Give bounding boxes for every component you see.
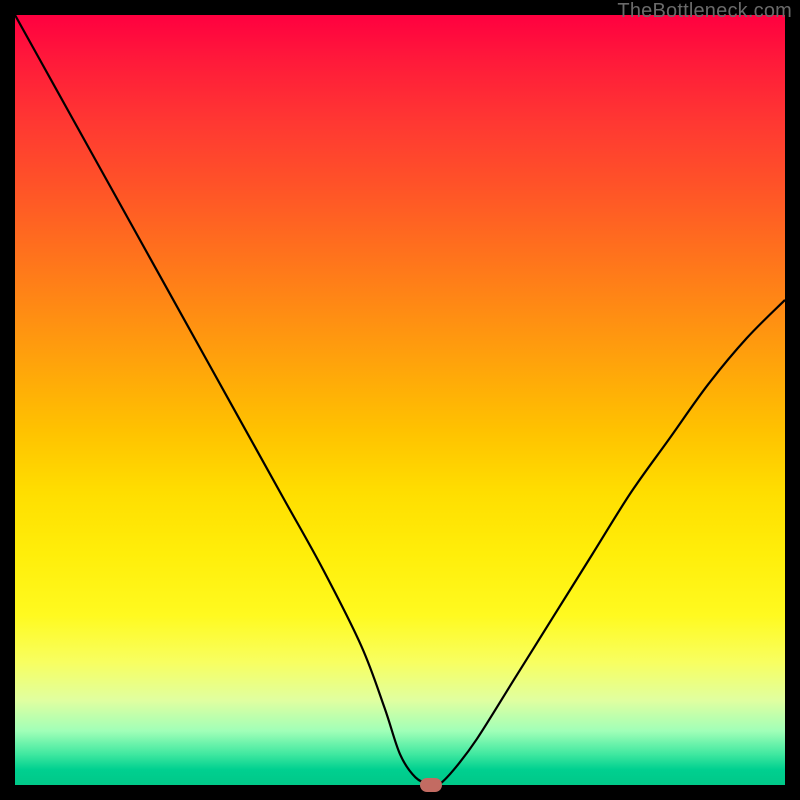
bottleneck-curve: [15, 15, 785, 785]
plot-area: [15, 15, 785, 785]
chart-container: TheBottleneck.com: [0, 0, 800, 800]
optimal-point-marker: [420, 778, 442, 792]
watermark-text: TheBottleneck.com: [617, 0, 792, 23]
curve-svg: [15, 15, 785, 785]
